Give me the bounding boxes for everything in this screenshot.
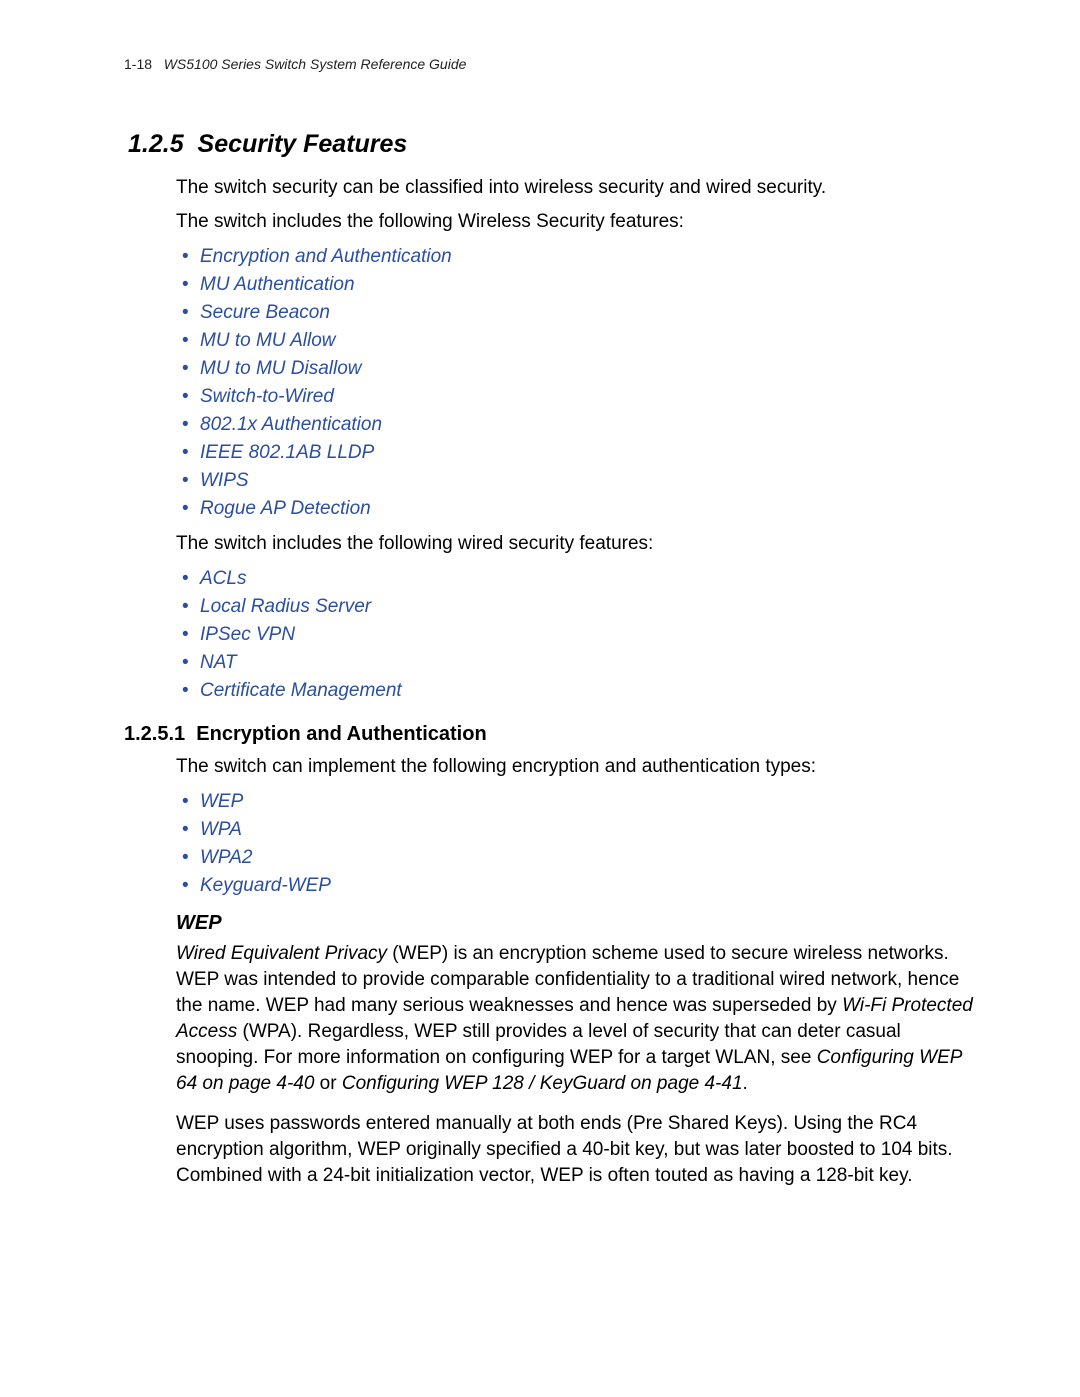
link-mu-authentication[interactable]: MU Authentication [200, 274, 355, 295]
section-number: 1.2.5 [128, 130, 184, 158]
wired-security-list: ACLs Local Radius Server IPSec VPN NAT C… [176, 565, 980, 705]
wep-heading: WEP [176, 912, 980, 935]
link-certificate-management[interactable]: Certificate Management [200, 680, 402, 701]
link-wips[interactable]: WIPS [200, 470, 249, 491]
list-item: MU Authentication [200, 271, 980, 299]
link-mu-to-mu-allow[interactable]: MU to MU Allow [200, 330, 335, 351]
guide-title: WS5100 Series Switch System Reference Gu… [164, 56, 467, 72]
section-intro-2: The switch includes the following Wirele… [176, 209, 980, 235]
section-intro-1: The switch security can be classified in… [176, 175, 980, 201]
wep-term: Wired Equivalent Privacy [176, 943, 387, 964]
wired-intro: The switch includes the following wired … [176, 531, 980, 557]
link-ieee-8021ab-lldp[interactable]: IEEE 802.1AB LLDP [200, 442, 374, 463]
list-item: MU to MU Disallow [200, 355, 980, 383]
list-item: Keyguard-WEP [200, 872, 980, 900]
link-wpa2[interactable]: WPA2 [200, 847, 252, 868]
list-item: Secure Beacon [200, 299, 980, 327]
link-secure-beacon[interactable]: Secure Beacon [200, 302, 330, 323]
list-item: WIPS [200, 467, 980, 495]
section-heading: 1.2.5 Security Features [128, 130, 980, 159]
encryption-types-list: WEP WPA WPA2 Keyguard-WEP [176, 788, 980, 900]
list-item: IPSec VPN [200, 621, 980, 649]
list-item: MU to MU Allow [200, 327, 980, 355]
subsection-number: 1.2.5.1 [124, 723, 185, 745]
page: 1-18 WS5100 Series Switch System Referen… [0, 0, 1080, 1397]
subsection-body: The switch can implement the following e… [176, 754, 980, 1189]
list-item: ACLs [200, 565, 980, 593]
list-item: Local Radius Server [200, 593, 980, 621]
link-wep[interactable]: WEP [200, 791, 243, 812]
wep-paragraph-1: Wired Equivalent Privacy (WEP) is an enc… [176, 941, 980, 1097]
list-item: Rogue AP Detection [200, 495, 980, 523]
link-nat[interactable]: NAT [200, 652, 237, 673]
link-rogue-ap-detection[interactable]: Rogue AP Detection [200, 498, 371, 519]
list-item: WPA [200, 816, 980, 844]
list-item: NAT [200, 649, 980, 677]
link-mu-to-mu-disallow[interactable]: MU to MU Disallow [200, 358, 362, 379]
link-acls[interactable]: ACLs [200, 568, 246, 589]
list-item: Switch-to-Wired [200, 383, 980, 411]
link-local-radius-server[interactable]: Local Radius Server [200, 596, 371, 617]
ref-wep128: Configuring WEP 128 / KeyGuard on page 4… [342, 1073, 743, 1094]
wireless-security-list: Encryption and Authentication MU Authent… [176, 243, 980, 523]
list-item: Encryption and Authentication [200, 243, 980, 271]
wep-paragraph-2: WEP uses passwords entered manually at b… [176, 1111, 980, 1189]
list-item: Certificate Management [200, 677, 980, 705]
link-keyguard-wep[interactable]: Keyguard-WEP [200, 875, 331, 896]
list-item: IEEE 802.1AB LLDP [200, 439, 980, 467]
running-header: 1-18 WS5100 Series Switch System Referen… [124, 56, 980, 72]
link-ipsec-vpn[interactable]: IPSec VPN [200, 624, 295, 645]
list-item: WEP [200, 788, 980, 816]
subsection-heading: 1.2.5.1 Encryption and Authentication [124, 723, 980, 746]
link-switch-to-wired[interactable]: Switch-to-Wired [200, 386, 334, 407]
link-encryption-and-authentication[interactable]: Encryption and Authentication [200, 246, 452, 267]
page-number: 1-18 [124, 56, 152, 72]
list-item: WPA2 [200, 844, 980, 872]
link-8021x-authentication[interactable]: 802.1x Authentication [200, 414, 382, 435]
list-item: 802.1x Authentication [200, 411, 980, 439]
subsection-intro: The switch can implement the following e… [176, 754, 980, 780]
section-title: Security Features [198, 130, 408, 158]
link-wpa[interactable]: WPA [200, 819, 242, 840]
section-body: The switch security can be classified in… [176, 175, 980, 705]
subsection-title: Encryption and Authentication [196, 723, 486, 745]
